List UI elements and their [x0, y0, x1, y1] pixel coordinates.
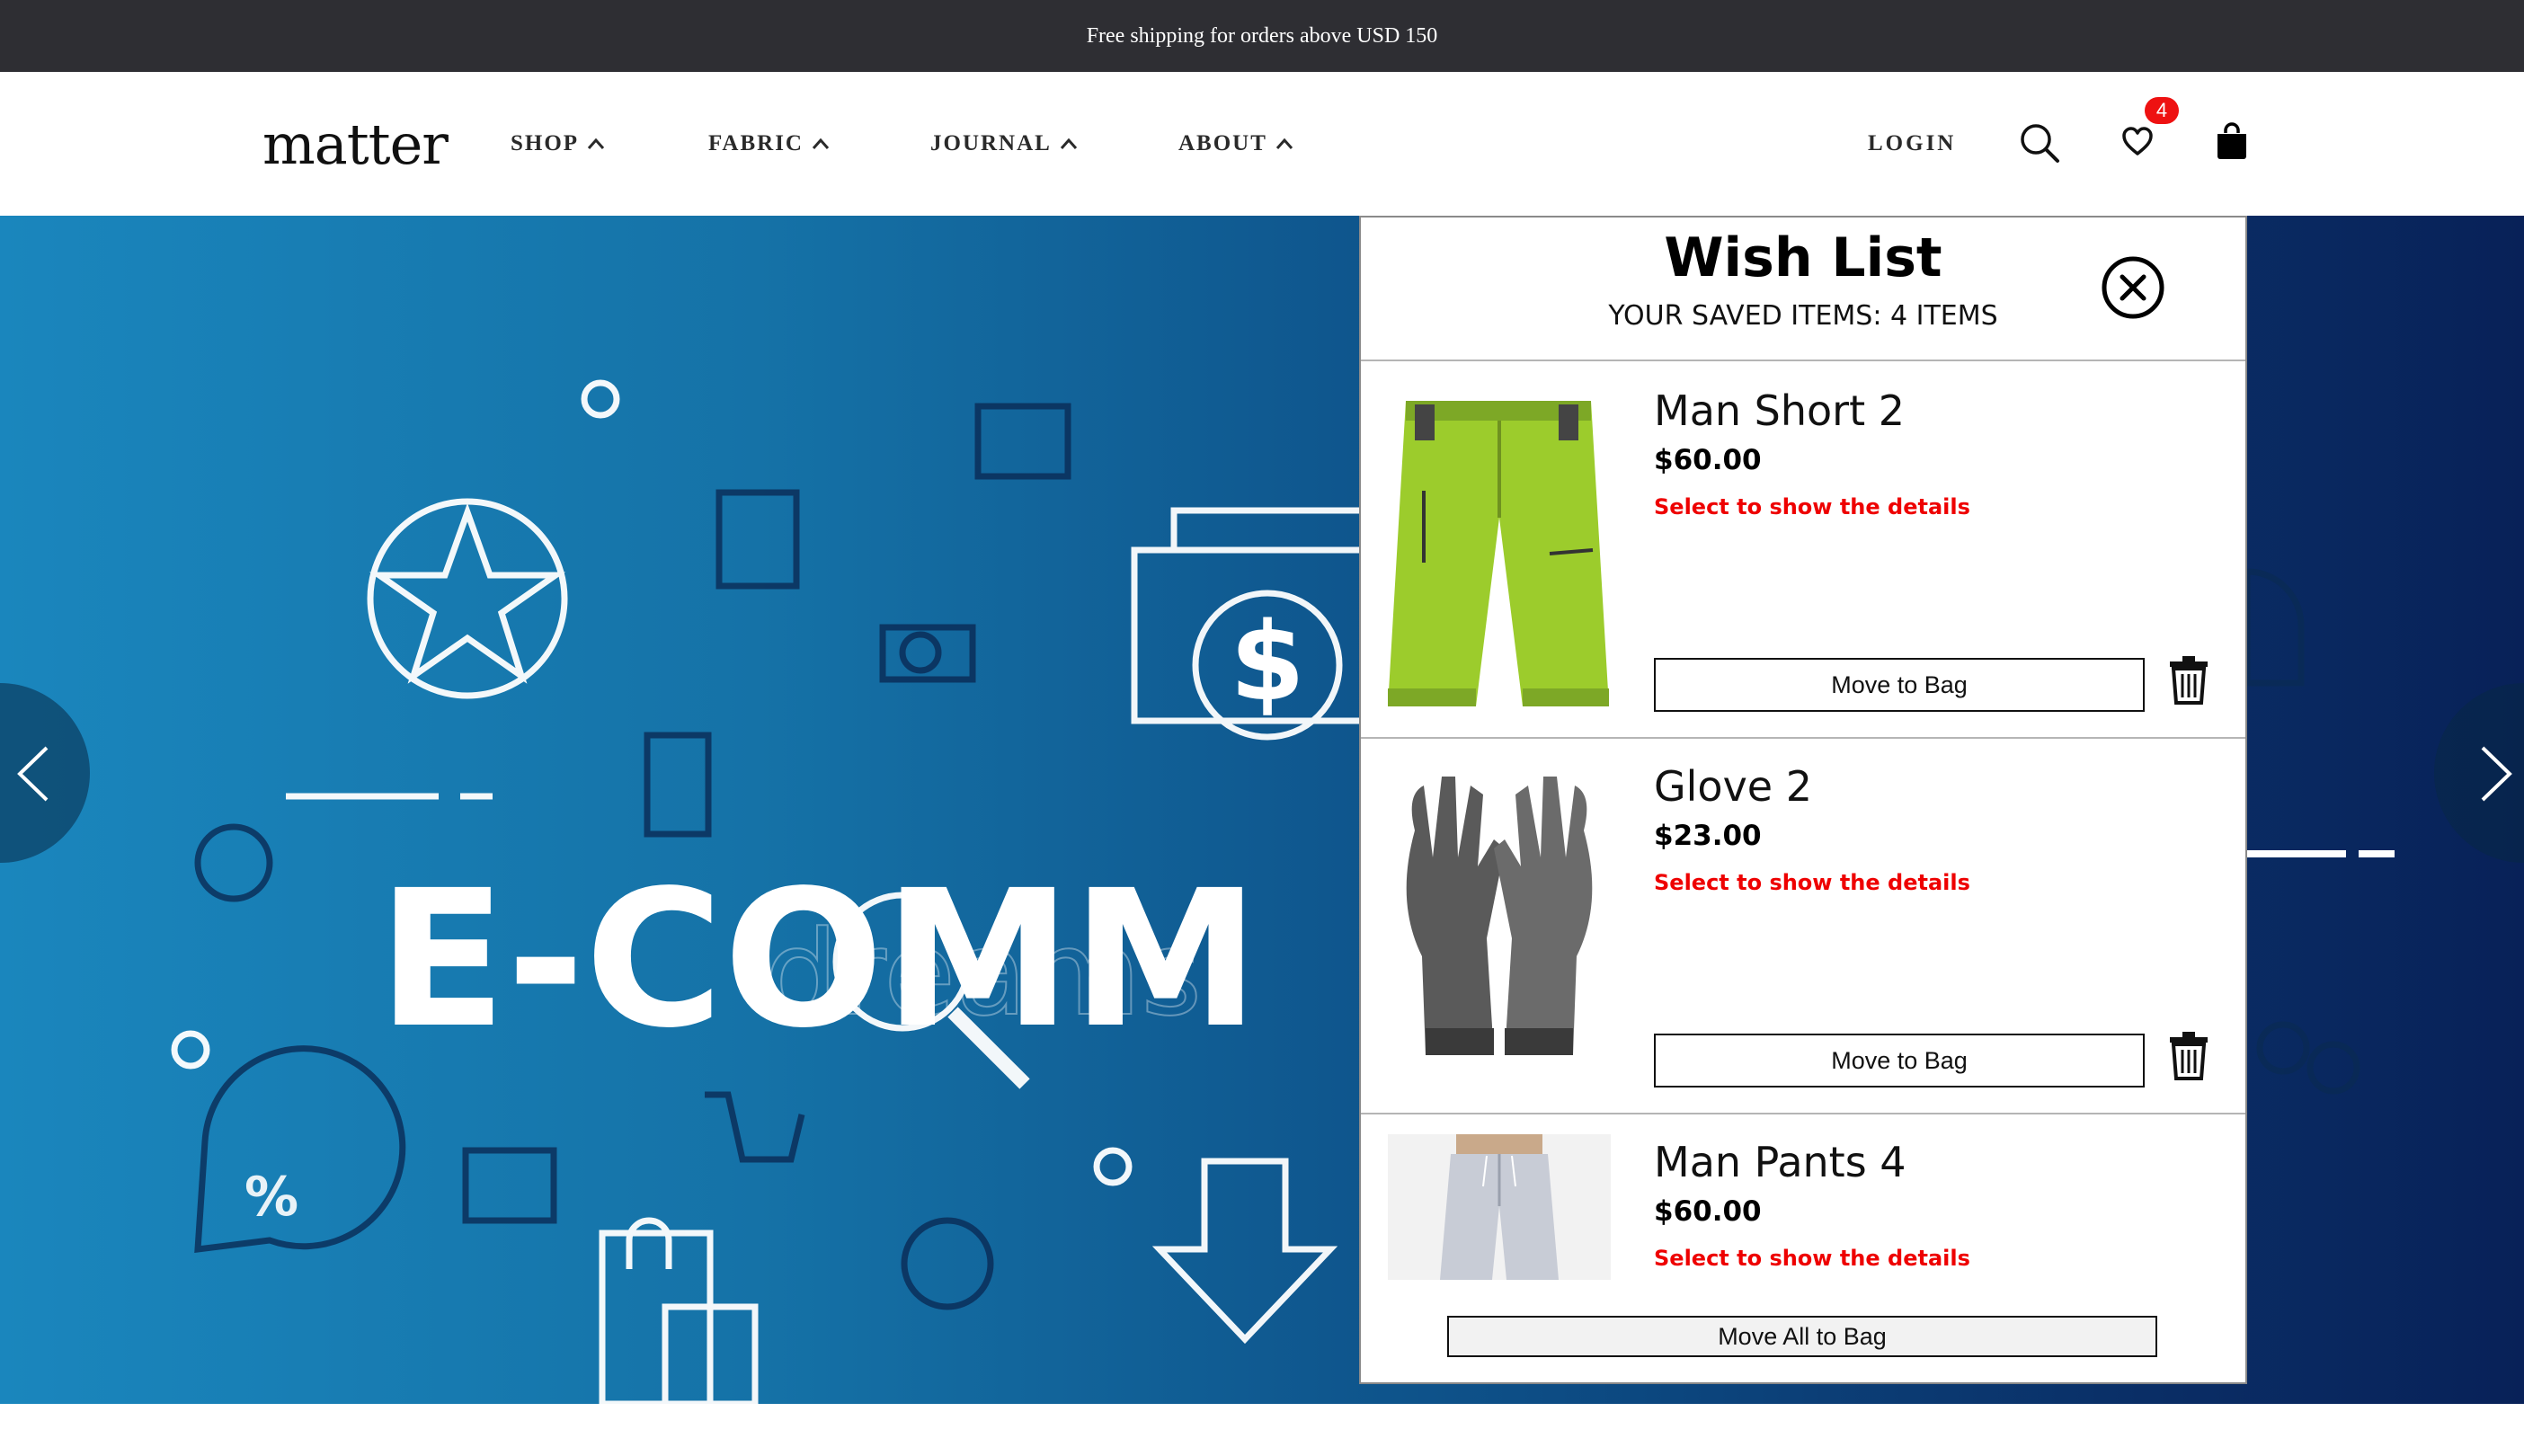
- site-logo[interactable]: matter: [262, 111, 449, 177]
- item-price: $60.00: [1654, 444, 1762, 476]
- item-price: $60.00: [1654, 1195, 1762, 1228]
- shopping-bag-icon[interactable]: [2215, 122, 2249, 160]
- heart-icon[interactable]: [2121, 126, 2154, 156]
- nav-shop-label: SHOP: [511, 131, 580, 155]
- nav-fabric[interactable]: FABRIC: [708, 131, 831, 156]
- site-header: matter SHOP FABRIC JOURNAL ABOUT LOGIN 4: [0, 72, 2524, 216]
- item-name[interactable]: Glove 2: [1654, 762, 1812, 811]
- nav-about-label: ABOUT: [1178, 131, 1267, 155]
- wishlist-item: Man Short 2 $60.00 Select to show the de…: [1361, 363, 2245, 739]
- svg-text:$: $: [1230, 600, 1305, 725]
- trash-icon[interactable]: [2168, 656, 2209, 705]
- item-details-link[interactable]: Select to show the details: [1654, 1246, 1970, 1271]
- chevron-right-icon: [2481, 746, 2512, 802]
- product-image-grey-gloves[interactable]: [1388, 759, 1611, 1096]
- svg-text:%: %: [244, 1166, 298, 1229]
- nav-fabric-label: FABRIC: [708, 131, 804, 155]
- chevron-up-icon: [812, 138, 830, 149]
- wishlist-count-badge: 4: [2145, 97, 2179, 124]
- move-to-bag-button[interactable]: Move to Bag: [1654, 658, 2145, 712]
- item-details-link[interactable]: Select to show the details: [1654, 494, 1970, 519]
- wishlist-panel: Wish List YOUR SAVED ITEMS: 4 ITEMS Man …: [1359, 216, 2247, 1384]
- product-image-green-shorts[interactable]: [1388, 383, 1611, 721]
- item-details-link[interactable]: Select to show the details: [1654, 870, 1970, 895]
- item-name[interactable]: Man Pants 4: [1654, 1138, 1906, 1186]
- item-name[interactable]: Man Short 2: [1654, 386, 1905, 435]
- move-all-to-bag-button[interactable]: Move All to Bag: [1447, 1316, 2157, 1357]
- announcement-text: Free shipping for orders above USD 150: [1086, 23, 1438, 48]
- nav-journal[interactable]: JOURNAL: [930, 131, 1079, 156]
- item-price: $23.00: [1654, 820, 1762, 852]
- chevron-up-icon: [1060, 138, 1077, 149]
- announcement-bar: Free shipping for orders above USD 150: [0, 0, 2524, 72]
- login-link[interactable]: LOGIN: [1868, 131, 1956, 156]
- chevron-up-icon: [587, 138, 605, 149]
- chevron-left-icon: [17, 746, 49, 802]
- nav-about[interactable]: ABOUT: [1178, 131, 1294, 156]
- search-icon[interactable]: [2019, 122, 2060, 164]
- wishlist-item: Glove 2 $23.00 Select to show the detail…: [1361, 739, 2245, 1114]
- close-circle-icon[interactable]: [2101, 255, 2165, 320]
- wishlist-header: Wish List YOUR SAVED ITEMS: 4 ITEMS: [1361, 218, 2245, 361]
- nav-journal-label: JOURNAL: [930, 131, 1052, 155]
- product-image-grey-pants[interactable]: [1388, 1134, 1611, 1280]
- nav-shop[interactable]: SHOP: [511, 131, 606, 156]
- trash-icon[interactable]: [2168, 1032, 2209, 1080]
- chevron-up-icon: [1275, 138, 1293, 149]
- hero-watermark: dreams: [764, 905, 1202, 1042]
- move-to-bag-button[interactable]: Move to Bag: [1654, 1034, 2145, 1088]
